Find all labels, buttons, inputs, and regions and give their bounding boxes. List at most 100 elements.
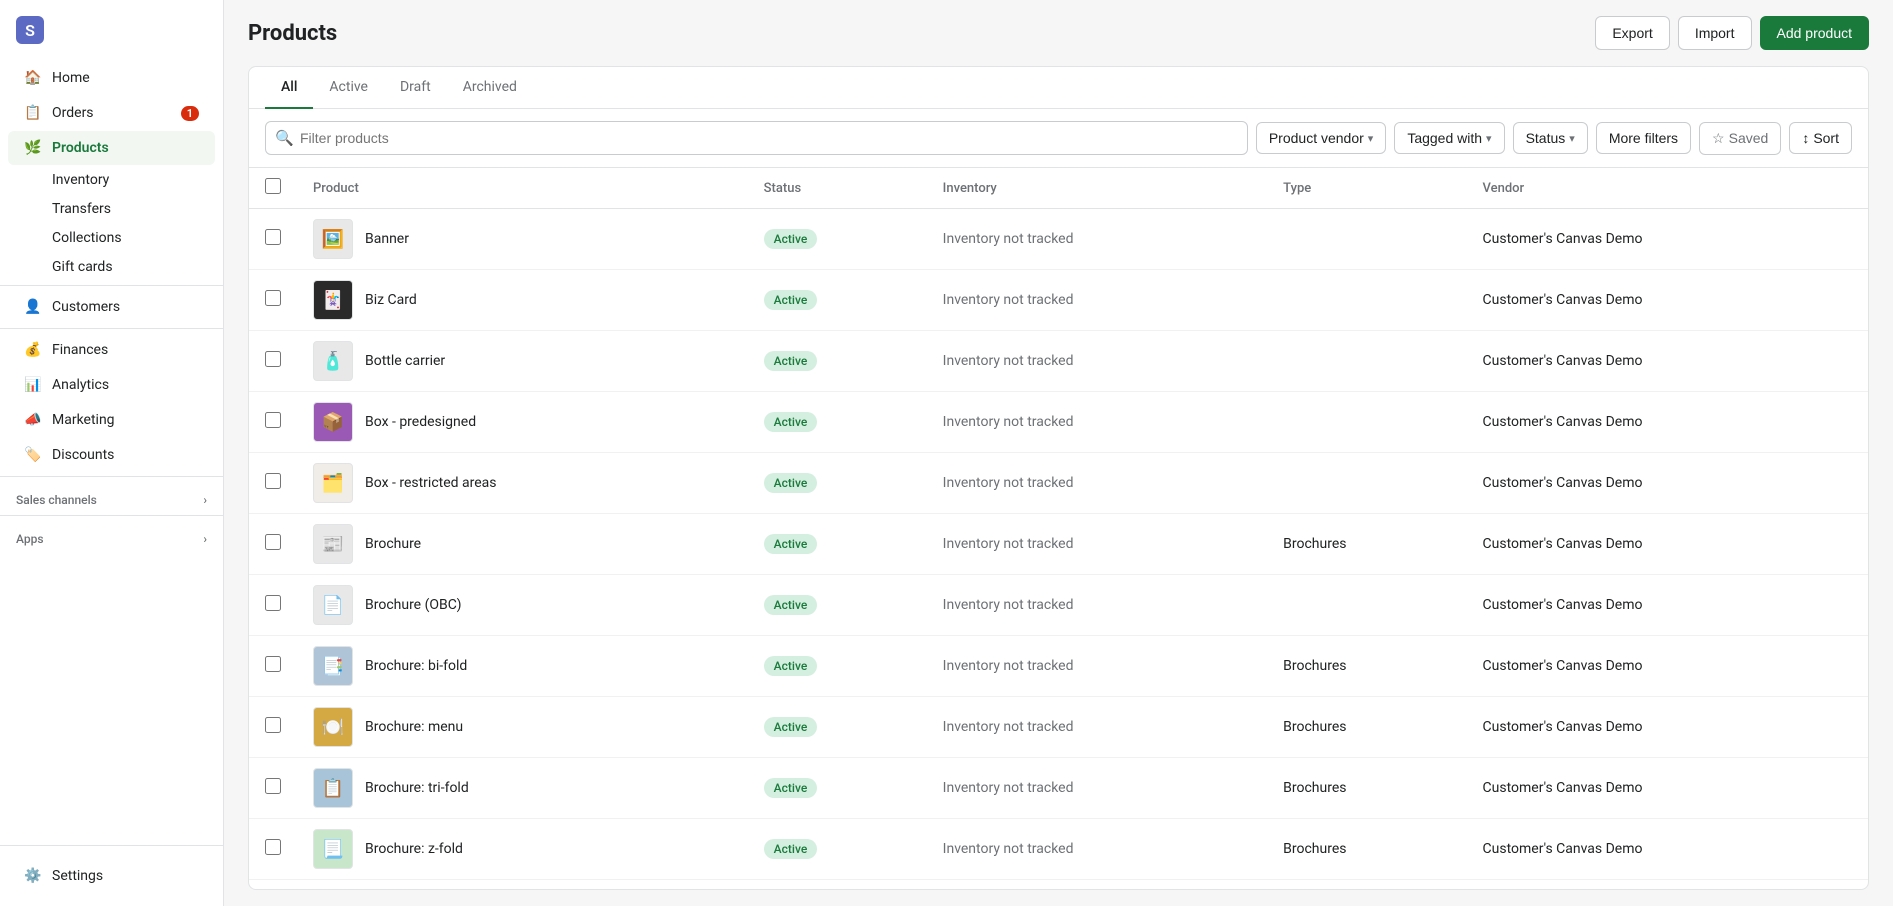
- row-checkbox[interactable]: [265, 290, 281, 306]
- sort-button[interactable]: ↕ Sort: [1789, 122, 1852, 154]
- sidebar-item-customers-label: Customers: [52, 299, 120, 315]
- tab-archived[interactable]: Archived: [447, 67, 533, 109]
- status-badge: Active: [764, 595, 818, 615]
- row-checkbox[interactable]: [265, 656, 281, 672]
- vendor-filter-button[interactable]: Product vendor ▾: [1256, 122, 1386, 154]
- inventory-cell: Inventory not tracked: [927, 209, 1268, 270]
- row-checkbox[interactable]: [265, 534, 281, 550]
- content-area: All Active Draft Archived 🔍 Product vend…: [224, 50, 1893, 906]
- sidebar-item-marketing[interactable]: 📣 Marketing: [8, 403, 215, 437]
- table-row: 📃 Brochure: z-fold Active Inventory not …: [249, 819, 1868, 880]
- table-row: 📦 Box - predesigned Active Inventory not…: [249, 392, 1868, 453]
- sidebar-item-transfers[interactable]: Transfers: [8, 195, 215, 223]
- product-name[interactable]: Box - restricted areas: [365, 475, 497, 491]
- saved-button[interactable]: ☆ Saved: [1699, 122, 1781, 155]
- import-button[interactable]: Import: [1678, 16, 1752, 50]
- status-cell: Active: [748, 209, 927, 270]
- tab-all[interactable]: All: [265, 67, 313, 109]
- export-button[interactable]: Export: [1595, 16, 1669, 50]
- status-badge: Active: [764, 473, 818, 493]
- sidebar-item-products-label: Products: [52, 140, 109, 156]
- vendor-filter-label: Product vendor: [1269, 130, 1364, 146]
- table-row: 📰 Brochure Active Inventory not tracked …: [249, 514, 1868, 575]
- row-checkbox[interactable]: [265, 595, 281, 611]
- sales-channels-section[interactable]: Sales channels ›: [0, 481, 223, 511]
- row-checkbox[interactable]: [265, 351, 281, 367]
- row-checkbox[interactable]: [265, 717, 281, 733]
- sales-channels-label: Sales channels: [16, 493, 97, 507]
- row-checkbox[interactable]: [265, 229, 281, 245]
- status-filter-button[interactable]: Status ▾: [1513, 122, 1588, 154]
- sidebar-item-analytics[interactable]: 📊 Analytics: [8, 368, 215, 402]
- product-name[interactable]: Brochure: z-fold: [365, 841, 463, 857]
- sidebar-item-inventory[interactable]: Inventory: [8, 166, 215, 194]
- product-name[interactable]: Brochure: bi-fold: [365, 658, 467, 674]
- row-checkbox[interactable]: [265, 473, 281, 489]
- sidebar-gift-cards-label: Gift cards: [52, 259, 113, 275]
- tagged-filter-button[interactable]: Tagged with ▾: [1394, 122, 1504, 154]
- select-all-checkbox[interactable]: [265, 178, 281, 194]
- add-product-button[interactable]: Add product: [1760, 16, 1870, 50]
- vendor-cell: Customer's Canvas Demo: [1467, 331, 1868, 392]
- sidebar-nav: 🏠 Home 📋 Orders 1 🌿 Products Inventory T…: [0, 52, 223, 845]
- sidebar: S 🏠 Home 📋 Orders 1 🌿 Products Inventory…: [0, 0, 224, 906]
- vendor-cell: Customer's Canvas Demo: [1467, 209, 1868, 270]
- tagged-chevron-icon: ▾: [1486, 132, 1492, 145]
- product-name[interactable]: Brochure: menu: [365, 719, 463, 735]
- products-table: Product Status Inventory Type Vendor 🖼️: [249, 168, 1868, 889]
- vendor-value: Customer's Canvas Demo: [1483, 658, 1643, 674]
- sidebar-item-products[interactable]: 🌿 Products: [8, 131, 215, 165]
- home-icon: 🏠: [24, 69, 42, 87]
- search-input[interactable]: [265, 121, 1248, 155]
- row-checkbox-cell: [249, 636, 297, 697]
- sidebar-item-settings[interactable]: ⚙️ Settings: [8, 859, 215, 893]
- header-actions: Export Import Add product: [1595, 16, 1869, 50]
- inventory-value: Inventory not tracked: [943, 597, 1074, 613]
- product-name[interactable]: Bottle carrier: [365, 353, 445, 369]
- inventory-cell: Inventory not tracked: [927, 636, 1268, 697]
- tab-draft[interactable]: Draft: [384, 67, 447, 109]
- orders-icon: 📋: [24, 104, 42, 122]
- apps-section[interactable]: Apps ›: [0, 520, 223, 550]
- inventory-col-header: Inventory: [927, 168, 1268, 209]
- vendor-value: Customer's Canvas Demo: [1483, 231, 1643, 247]
- saved-label: Saved: [1729, 130, 1769, 146]
- tab-active[interactable]: Active: [313, 67, 384, 109]
- inventory-cell: Inventory not tracked: [927, 880, 1268, 890]
- product-name[interactable]: Brochure: [365, 536, 421, 552]
- row-checkbox[interactable]: [265, 839, 281, 855]
- type-cell: [1267, 331, 1466, 392]
- product-name[interactable]: Biz Card: [365, 292, 417, 308]
- product-name[interactable]: Brochure: tri-fold: [365, 780, 469, 796]
- row-checkbox[interactable]: [265, 412, 281, 428]
- products-card: All Active Draft Archived 🔍 Product vend…: [248, 66, 1869, 890]
- type-cell: Brochures: [1267, 758, 1466, 819]
- nav-divider-1: [0, 285, 223, 286]
- product-name[interactable]: Box - predesigned: [365, 414, 476, 430]
- sidebar-item-home[interactable]: 🏠 Home: [8, 61, 215, 95]
- product-name[interactable]: Banner: [365, 231, 409, 247]
- sidebar-item-collections[interactable]: Collections: [8, 224, 215, 252]
- status-cell: Active: [748, 819, 927, 880]
- table-row: 🃏 Biz Card Active Inventory not tracked …: [249, 270, 1868, 331]
- status-cell: Active: [748, 331, 927, 392]
- more-filters-button[interactable]: More filters: [1596, 122, 1691, 154]
- sidebar-item-customers[interactable]: 👤 Customers: [8, 290, 215, 324]
- product-cell: 📄 Brochure (OBC): [297, 575, 748, 636]
- search-icon: 🔍: [275, 129, 294, 147]
- sidebar-item-finances[interactable]: 💰 Finances: [8, 333, 215, 367]
- products-tbody: 🖼️ Banner Active Inventory not tracked C…: [249, 209, 1868, 890]
- vendor-chevron-icon: ▾: [1368, 132, 1374, 145]
- table-row: 🍽️ Brochure: menu Active Inventory not t…: [249, 697, 1868, 758]
- sidebar-inventory-label: Inventory: [52, 172, 109, 188]
- sidebar-item-orders[interactable]: 📋 Orders 1: [8, 96, 215, 130]
- status-badge: Active: [764, 717, 818, 737]
- product-cell: 🧴 Bottle carrier: [297, 331, 748, 392]
- row-checkbox[interactable]: [265, 778, 281, 794]
- product-thumbnail: 🃏: [313, 280, 353, 320]
- status-cell: Active: [748, 514, 927, 575]
- product-thumbnail: 🍽️: [313, 707, 353, 747]
- product-name[interactable]: Brochure (OBC): [365, 597, 462, 613]
- sidebar-item-gift-cards[interactable]: Gift cards: [8, 253, 215, 281]
- sidebar-item-discounts[interactable]: 🏷️ Discounts: [8, 438, 215, 472]
